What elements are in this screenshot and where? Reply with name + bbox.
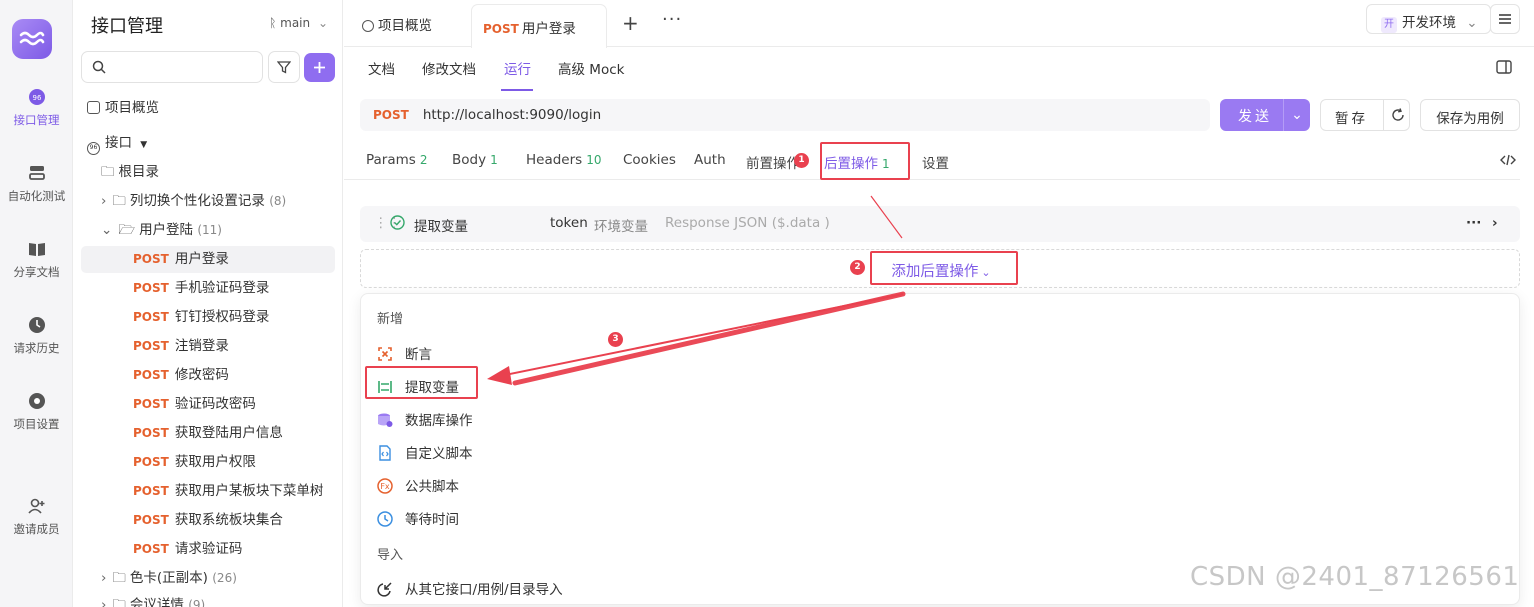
annotation-line	[870, 195, 903, 239]
app-window: 96 接口管理 自动化测试 分享文档 请求历史 项目设置 邀请成员 接口管理 ᚱ…	[0, 0, 1534, 607]
watermark: CSDN @2401_87126561	[1190, 562, 1520, 592]
annotation-arrow-shaft	[512, 291, 906, 386]
arrowhead-icon	[487, 366, 512, 385]
annotation-arrows	[487, 195, 906, 386]
